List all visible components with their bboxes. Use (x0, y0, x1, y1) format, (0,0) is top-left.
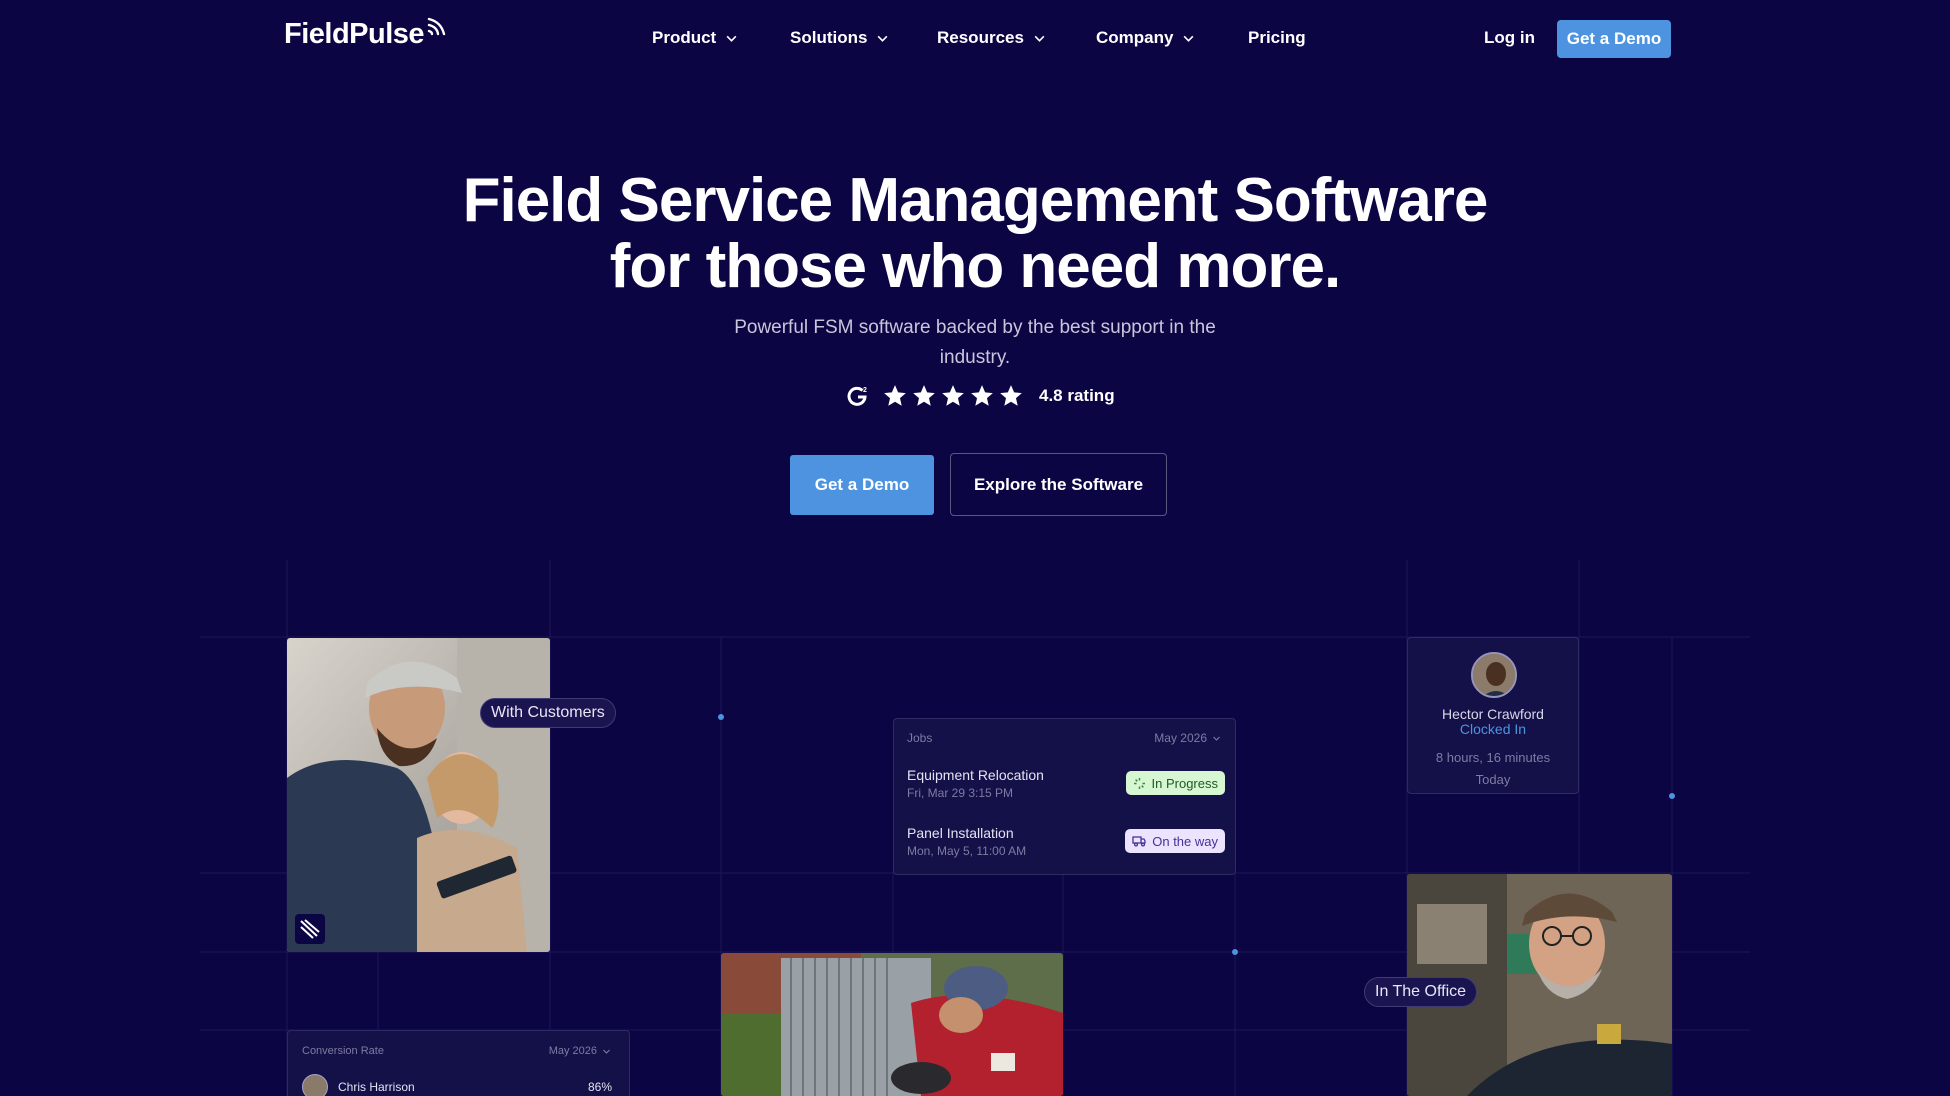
jobs-card-title: Jobs (907, 731, 933, 745)
nav-company-label: Company (1096, 28, 1174, 47)
rating-text: 4.8 rating (1039, 386, 1115, 405)
clocked-day: Today (1475, 772, 1511, 787)
chevron-down-icon (603, 1049, 610, 1054)
spinner-icon (1133, 777, 1145, 789)
clocked-duration: 8 hours, 16 minutes (1435, 750, 1551, 765)
conversion-rate-card: Conversion Rate May 2026 Chris Harrison … (287, 1030, 630, 1096)
top-navigation: FieldPulse Product Solutions Resources C… (0, 0, 1950, 80)
rating-row: 2 4.8 rating (846, 383, 1115, 409)
conversion-period-select[interactable]: May 2026 (549, 1045, 611, 1057)
jobs-period-select[interactable]: May 2026 (1154, 731, 1221, 745)
hero-get-demo-button[interactable]: Get a Demo (790, 455, 934, 515)
nav-product-label: Product (652, 28, 717, 47)
job-row[interactable]: Equipment Relocation Fri, Mar 29 3:15 PM… (907, 767, 1225, 803)
nav-get-demo-button[interactable]: Get a Demo (1557, 20, 1671, 58)
nav-pricing[interactable]: Pricing (1248, 28, 1306, 48)
chevron-down-icon (1034, 35, 1045, 42)
hvac-technician-photo (721, 953, 1063, 1096)
conversion-card-title: Conversion Rate (302, 1045, 384, 1057)
fieldpulse-logo[interactable]: FieldPulse (284, 17, 448, 51)
status-badge-text: In Progress (1151, 775, 1218, 791)
nav-solutions[interactable]: Solutions (790, 28, 889, 48)
employee-name: Hector Crawford (1442, 706, 1544, 722)
avatar-illustration (1473, 654, 1515, 696)
truck-icon (1132, 836, 1146, 847)
photo-illustration (287, 638, 550, 952)
photo-illustration (721, 953, 1063, 1096)
technician-with-customer-photo (287, 638, 550, 952)
nav-pricing-label: Pricing (1248, 28, 1306, 47)
signal-icon (427, 17, 446, 36)
hero-title-line1: Field Service Management Software (462, 166, 1489, 235)
hero-subtitle: Powerful FSM software backed by the best… (734, 317, 1216, 368)
avatar (302, 1074, 328, 1096)
avatar (1471, 652, 1517, 698)
job-row[interactable]: Panel Installation Mon, May 5, 11:00 AM … (907, 825, 1225, 861)
chevron-down-icon (1184, 35, 1194, 42)
star-icon (913, 385, 935, 406)
nav-resources[interactable]: Resources (937, 28, 1046, 48)
login-link[interactable]: Log in (1484, 28, 1535, 48)
star-icon (884, 385, 906, 406)
logo-wordmark: FieldPulse (284, 18, 425, 50)
jobs-card: Jobs May 2026 Equipment Relocation Fri, … (893, 718, 1236, 875)
status-badge-text: On the way (1152, 833, 1218, 849)
star-icon (971, 385, 993, 406)
timeclock-card: Hector Crawford Clocked In 8 hours, 16 m… (1407, 637, 1579, 794)
conversion-period-label: May 2026 (548, 1045, 597, 1057)
chevron-down-icon (726, 35, 737, 42)
chevron-down-icon (1213, 736, 1220, 741)
hero-title: Field Service Management Software for th… (0, 168, 1950, 300)
status-badge-on-the-way: On the way (1125, 829, 1225, 853)
jobs-period-label: May 2026 (1154, 731, 1207, 745)
in-the-office-label: In The Office (1364, 977, 1478, 1007)
svg-text:2: 2 (863, 387, 867, 394)
nav-solutions-label: Solutions (790, 28, 868, 47)
explore-software-button[interactable]: Explore the Software (950, 453, 1167, 516)
with-customers-label: With Customers (480, 698, 616, 728)
conversion-value: 86% (587, 1080, 612, 1094)
g2-icon: 2 (847, 386, 867, 406)
star-icon (1000, 385, 1022, 406)
hero-title-line2: for those who need more. (609, 232, 1341, 301)
clock-status: Clocked In (1459, 721, 1527, 737)
nav-product[interactable]: Product (652, 28, 738, 48)
nav-company[interactable]: Company (1096, 28, 1195, 48)
nav-resources-label: Resources (937, 28, 1024, 47)
status-badge-in-progress: In Progress (1125, 771, 1225, 795)
conversion-row: Chris Harrison 86% (302, 1074, 612, 1096)
star-icon (942, 385, 964, 406)
chevron-down-icon (878, 35, 888, 42)
conversion-name: Chris Harrison (338, 1080, 415, 1094)
